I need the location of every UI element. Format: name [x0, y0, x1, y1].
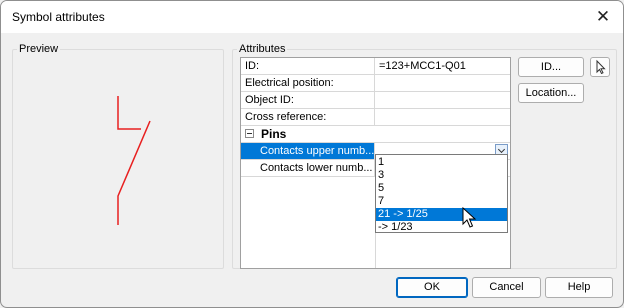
- location-button[interactable]: Location...: [518, 83, 584, 103]
- cancel-button[interactable]: Cancel: [472, 277, 541, 298]
- attributes-group-label: Attributes: [237, 43, 288, 55]
- help-button[interactable]: Help: [545, 277, 613, 298]
- property-name: Contacts lower numb...: [241, 160, 375, 176]
- property-value[interactable]: [376, 109, 510, 125]
- property-name: Electrical position:: [241, 75, 375, 91]
- property-name: ID:: [241, 58, 375, 74]
- ok-button[interactable]: OK: [396, 277, 468, 298]
- id-button[interactable]: ID...: [518, 57, 584, 77]
- dropdown-option[interactable]: -> 1/23: [376, 221, 507, 234]
- symbol-attributes-dialog: Symbol attributes ✕ Preview Attributes I…: [0, 0, 624, 308]
- dropdown-option[interactable]: 1: [376, 156, 507, 169]
- pin-dropdown-list: 1 3 5 7 21 -> 1/25 -> 1/23: [375, 154, 508, 233]
- dialog-title: Symbol attributes: [12, 10, 105, 24]
- property-row[interactable]: ID: =123+MCC1-Q01: [241, 58, 510, 75]
- title-bar: Symbol attributes ✕: [1, 1, 623, 33]
- property-row[interactable]: Cross reference:: [241, 109, 510, 126]
- category-label: Pins: [261, 127, 287, 141]
- property-name: Object ID:: [241, 92, 375, 108]
- mouse-cursor-icon: [462, 207, 477, 228]
- preview-group-label: Preview: [17, 43, 61, 55]
- dropdown-option[interactable]: 7: [376, 195, 507, 208]
- category-header: Pins: [241, 126, 375, 142]
- dropdown-option-highlighted[interactable]: 21 -> 1/25: [376, 208, 507, 221]
- property-value[interactable]: [376, 75, 510, 91]
- category-row-pins[interactable]: Pins: [241, 126, 510, 143]
- dropdown-option[interactable]: 3: [376, 169, 507, 182]
- collapse-icon[interactable]: [245, 129, 254, 138]
- property-value[interactable]: [376, 92, 510, 108]
- close-icon[interactable]: ✕: [593, 7, 613, 27]
- property-value[interactable]: =123+MCC1-Q01: [376, 58, 510, 74]
- symbol-preview: [117, 96, 151, 225]
- property-row[interactable]: Object ID:: [241, 92, 510, 109]
- property-name: Cross reference:: [241, 109, 375, 125]
- pick-button[interactable]: [590, 57, 610, 77]
- dropdown-option[interactable]: 5: [376, 182, 507, 195]
- property-row[interactable]: Electrical position:: [241, 75, 510, 92]
- pointer-icon: [596, 59, 606, 75]
- property-name: Contacts upper numb...: [241, 143, 375, 159]
